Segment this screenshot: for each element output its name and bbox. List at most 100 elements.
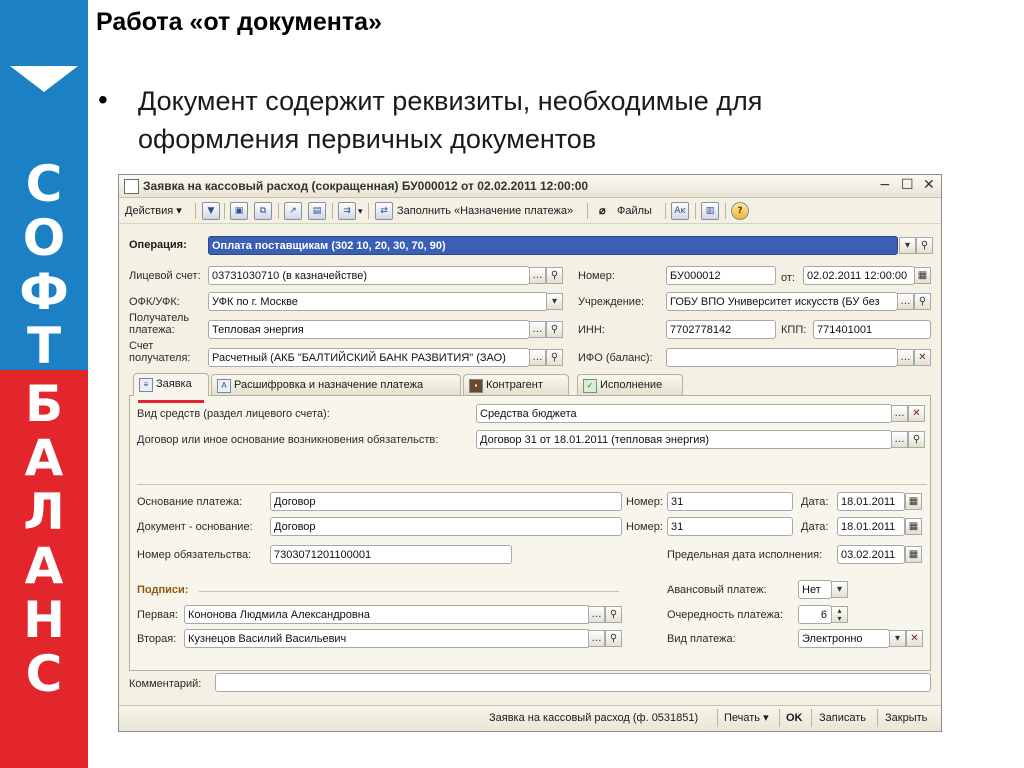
chevron-down-icon[interactable]: ▾ (831, 581, 848, 598)
doc-date-label: Дата: (801, 521, 829, 533)
ellipsis-icon[interactable]: … (891, 405, 908, 422)
basis-date-field[interactable]: 18.01.2011 (837, 492, 905, 511)
checklist-icon: ✓ (583, 379, 597, 393)
ellipsis-icon[interactable]: … (529, 267, 546, 284)
calendar-icon[interactable]: ▦ (905, 546, 922, 563)
search-icon[interactable]: ⚲ (914, 293, 931, 310)
search-icon[interactable]: ⚲ (605, 630, 622, 647)
clear-icon[interactable]: ✕ (908, 405, 925, 422)
ellipsis-icon[interactable]: … (897, 293, 914, 310)
payment-type-select[interactable]: Электронно (798, 629, 890, 648)
search-icon[interactable]: ⚲ (546, 267, 563, 284)
deadline-field[interactable]: 03.02.2011 (837, 545, 905, 564)
search-icon[interactable]: ⚲ (916, 237, 933, 254)
tab-execution[interactable]: ✓ Исполнение (577, 374, 683, 395)
copy-icon[interactable]: ⧉ (254, 202, 272, 220)
close-window-button[interactable]: ✕ (923, 177, 935, 193)
document-icon (124, 179, 139, 194)
contract-field[interactable]: Договор 31 от 18.01.2011 (тепловая энерг… (476, 430, 892, 449)
payee-account-field[interactable]: Расчетный (АКБ "БАЛТИЙСКИЙ БАНК РАЗВИТИЯ… (208, 348, 530, 367)
doc-basis-field[interactable]: Договор (270, 517, 622, 536)
priority-field[interactable]: 6 (798, 605, 832, 624)
payment-type-label: Вид платежа: (667, 633, 736, 645)
from-label: от: (781, 272, 795, 284)
calendar-icon[interactable]: ▦ (905, 493, 922, 510)
actions-menu-button[interactable]: Действия ▾ (125, 203, 182, 219)
tab-request[interactable]: ≡ Заявка (133, 373, 209, 396)
toolbar-separator (779, 709, 780, 727)
funds-label: Вид средств (раздел лицевого счета): (137, 408, 330, 420)
help-icon[interactable]: ? (731, 202, 749, 220)
contract-label: Договор или иное основание возникновения… (137, 434, 439, 446)
calendar-icon[interactable]: ▦ (905, 518, 922, 535)
search-icon[interactable]: ⚲ (605, 606, 622, 623)
doc-date-field[interactable]: 18.01.2011 (837, 517, 905, 536)
kpp-field[interactable]: 771401001 (813, 320, 931, 339)
clear-icon[interactable]: ✕ (914, 349, 931, 366)
dropdown-arrow-icon[interactable]: ▾ (358, 203, 363, 219)
payee-account-label-line2: получателя: (129, 352, 191, 364)
minimize-button[interactable]: − (879, 177, 891, 193)
comment-field[interactable] (215, 673, 931, 692)
chevron-down-icon[interactable]: ▾ (889, 630, 906, 647)
search-icon[interactable]: ⚲ (546, 321, 563, 338)
second-signature-field[interactable]: Кузнецов Василий Васильевич (184, 629, 590, 648)
based-on-icon[interactable]: ↗ (284, 202, 302, 220)
advance-select[interactable]: Нет (798, 580, 832, 599)
clear-icon[interactable]: ✕ (906, 630, 923, 647)
tab-counterparty-label: Контрагент (486, 379, 543, 391)
ellipsis-icon[interactable]: … (588, 606, 605, 623)
search-icon[interactable]: ⚲ (908, 431, 925, 448)
kpp-label: КПП: (781, 324, 807, 336)
stepper-icon[interactable]: ▴ ▾ (831, 606, 848, 623)
print-form-icon[interactable]: ▤ (308, 202, 326, 220)
payee-label: Получатель платежа: (129, 312, 189, 336)
structure-icon[interactable]: ⇉ (338, 202, 356, 220)
accounting-entries-icon[interactable]: Aᴋ (671, 202, 689, 220)
ellipsis-icon[interactable]: … (897, 349, 914, 366)
basis-field[interactable]: Договор (270, 492, 622, 511)
date-field[interactable]: 02.02.2011 12:00:00 (803, 266, 915, 285)
chevron-down-icon[interactable]: ▾ (546, 293, 563, 310)
number-field[interactable]: БУ000012 (666, 266, 776, 285)
funds-field[interactable]: Средства бюджета (476, 404, 892, 423)
ellipsis-icon[interactable]: … (891, 431, 908, 448)
obligation-field[interactable]: 7303071201100001 (270, 545, 512, 564)
print-menu-button[interactable]: Печать ▾ (724, 710, 769, 726)
tab-decoding[interactable]: A Расшифровка и назначение платежа (211, 374, 461, 395)
fill-purpose-button[interactable]: Заполнить «Назначение платежа» (397, 203, 573, 219)
calendar-icon[interactable]: ▦ (914, 267, 931, 284)
report-icon[interactable]: ▥ (701, 202, 719, 220)
window-title: Заявка на кассовый расход (сокращенная) … (143, 179, 589, 193)
ok-button[interactable]: OK (786, 710, 803, 726)
ifo-field[interactable] (666, 348, 898, 367)
chevron-down-icon[interactable]: ▾ (899, 237, 916, 254)
save-button[interactable]: Записать (819, 710, 866, 726)
doc-number-field[interactable]: 31 (667, 517, 793, 536)
institution-field[interactable]: ГОБУ ВПО Университет искусств (БУ без (666, 292, 898, 311)
ellipsis-icon[interactable]: … (529, 349, 546, 366)
ofk-select[interactable]: УФК по г. Москве (208, 292, 548, 311)
close-button[interactable]: Закрыть (885, 710, 927, 726)
tab-counterparty[interactable]: ▪ Контрагент (463, 374, 569, 395)
ellipsis-icon[interactable]: … (588, 630, 605, 647)
document-icon: ≡ (139, 378, 153, 392)
brand-letter: Ф (19, 263, 69, 321)
post-document-icon[interactable]: ▼ (202, 202, 220, 220)
fill-icon[interactable]: ⇄ (375, 202, 393, 220)
search-icon[interactable]: ⚲ (546, 349, 563, 366)
first-signature-field[interactable]: Кононова Людмила Александровна (184, 605, 590, 624)
maximize-button[interactable]: ☐ (901, 177, 914, 193)
payee-label-line2: платежа: (129, 324, 175, 336)
payee-field[interactable]: Тепловая энергия (208, 320, 530, 339)
save-icon[interactable]: ▣ (230, 202, 248, 220)
ellipsis-icon[interactable]: … (529, 321, 546, 338)
files-button[interactable]: Файлы (617, 203, 652, 219)
inn-field[interactable]: 7702778142 (666, 320, 776, 339)
operation-select[interactable]: Оплата поставщикам (302 10, 20, 30, 70, … (208, 236, 898, 255)
account-field[interactable]: 03731030710 (в казначействе) (208, 266, 530, 285)
accounting-entries-icon: A (217, 379, 231, 393)
basis-number-field[interactable]: 31 (667, 492, 793, 511)
print-form-button[interactable]: Заявка на кассовый расход (ф. 0531851) (489, 710, 698, 726)
doc-basis-label: Документ - основание: (137, 521, 253, 533)
